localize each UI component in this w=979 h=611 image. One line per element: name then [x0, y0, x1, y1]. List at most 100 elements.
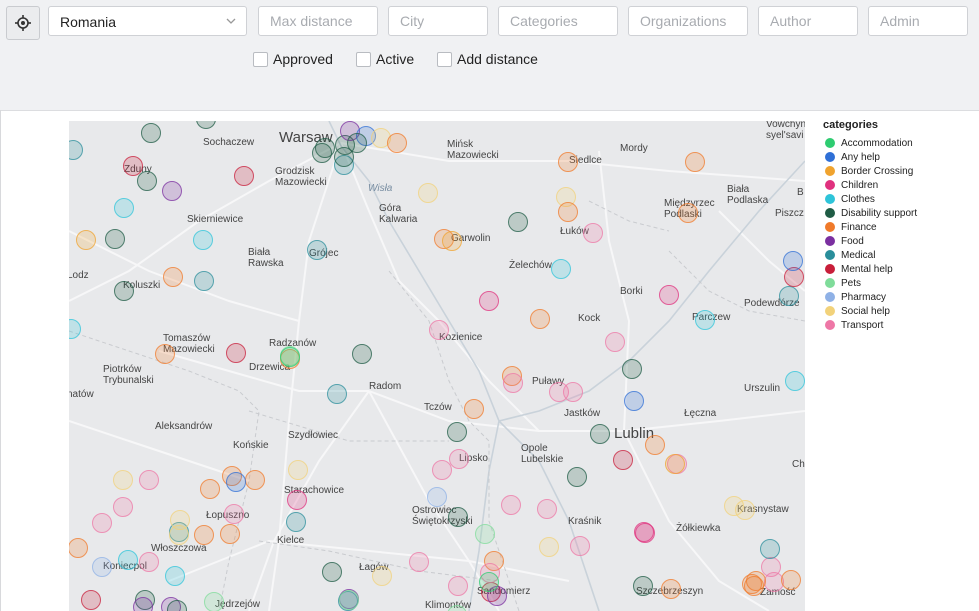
map-marker[interactable] — [139, 552, 159, 572]
active-checkbox-box[interactable] — [356, 51, 371, 67]
map-marker[interactable] — [288, 460, 308, 480]
map-marker[interactable] — [429, 320, 449, 340]
map-marker[interactable] — [537, 499, 557, 519]
map-marker[interactable] — [200, 479, 220, 499]
map-marker[interactable] — [590, 424, 610, 444]
map-marker[interactable] — [220, 524, 240, 544]
city-field[interactable] — [388, 6, 488, 36]
map-marker[interactable] — [665, 454, 685, 474]
map-marker[interactable] — [162, 181, 182, 201]
map-marker[interactable] — [633, 576, 653, 596]
map-marker[interactable] — [287, 490, 307, 510]
map-marker[interactable] — [204, 592, 224, 611]
map-marker[interactable] — [501, 495, 521, 515]
map-marker[interactable] — [92, 557, 112, 577]
map-marker[interactable] — [118, 550, 138, 570]
city-input[interactable] — [389, 7, 487, 35]
map-marker[interactable] — [113, 470, 133, 490]
map-marker[interactable] — [479, 572, 499, 592]
organizations-field[interactable] — [628, 6, 748, 36]
map-marker[interactable] — [114, 281, 134, 301]
max-distance-field[interactable] — [258, 6, 378, 36]
admin-input[interactable] — [869, 7, 967, 35]
map-marker[interactable] — [76, 230, 96, 250]
map-marker[interactable] — [634, 522, 654, 542]
map-marker[interactable] — [226, 472, 246, 492]
admin-field[interactable] — [868, 6, 968, 36]
author-input[interactable] — [759, 7, 857, 35]
add-distance-checkbox[interactable]: Add distance — [437, 51, 538, 67]
map-marker[interactable] — [685, 152, 705, 172]
locate-button[interactable] — [6, 6, 40, 40]
map-marker[interactable] — [624, 391, 644, 411]
active-checkbox[interactable]: Active — [356, 51, 414, 67]
map-marker[interactable] — [449, 449, 469, 469]
map-marker[interactable] — [447, 422, 467, 442]
map-marker[interactable] — [322, 562, 342, 582]
map-marker[interactable] — [659, 285, 679, 305]
map-marker[interactable] — [334, 147, 354, 167]
map-marker[interactable] — [165, 566, 185, 586]
map-marker[interactable] — [475, 524, 495, 544]
map-marker[interactable] — [605, 332, 625, 352]
map-marker[interactable] — [558, 152, 578, 172]
map-marker[interactable] — [113, 497, 133, 517]
map-marker[interactable] — [508, 212, 528, 232]
max-distance-input[interactable] — [259, 7, 377, 35]
map-marker[interactable] — [678, 203, 698, 223]
map-marker[interactable] — [661, 579, 681, 599]
map-marker[interactable] — [352, 344, 372, 364]
map[interactable]: Warsaw Sochaczew Mińsk Mazowiecki Siedlce Mor… — [69, 121, 805, 611]
map-marker[interactable] — [81, 590, 101, 610]
map-marker[interactable] — [558, 202, 578, 222]
map-marker[interactable] — [781, 570, 801, 590]
author-field[interactable] — [758, 6, 858, 36]
map-marker[interactable] — [194, 271, 214, 291]
map-marker[interactable] — [137, 171, 157, 191]
map-marker[interactable] — [339, 590, 359, 610]
map-marker[interactable] — [448, 507, 468, 527]
map-marker[interactable] — [155, 344, 175, 364]
map-marker[interactable] — [503, 373, 523, 393]
map-marker[interactable] — [193, 230, 213, 250]
map-marker[interactable] — [194, 525, 214, 545]
map-marker[interactable] — [764, 572, 784, 592]
map-marker[interactable] — [224, 504, 244, 524]
map-marker[interactable] — [464, 399, 484, 419]
map-marker[interactable] — [432, 460, 452, 480]
map-marker[interactable] — [742, 574, 762, 594]
map-marker[interactable] — [479, 291, 499, 311]
approved-checkbox-box[interactable] — [253, 51, 268, 67]
map-marker[interactable] — [92, 513, 112, 533]
organizations-input[interactable] — [629, 7, 747, 35]
map-marker[interactable] — [563, 382, 583, 402]
map-marker[interactable] — [114, 198, 134, 218]
country-select[interactable]: Romania — [48, 6, 247, 36]
map-marker[interactable] — [315, 138, 335, 158]
map-marker[interactable] — [570, 536, 590, 556]
map-marker[interactable] — [418, 183, 438, 203]
map-canvas[interactable]: WarsawSochaczew Mińsk Mazowiecki SiedlceMor… — [69, 121, 805, 611]
map-marker[interactable] — [613, 450, 633, 470]
map-marker[interactable] — [409, 552, 429, 572]
map-marker[interactable] — [448, 576, 468, 596]
map-marker[interactable] — [245, 470, 265, 490]
map-marker[interactable] — [551, 259, 571, 279]
map-marker[interactable] — [387, 133, 407, 153]
map-marker[interactable] — [427, 487, 447, 507]
map-marker[interactable] — [583, 223, 603, 243]
map-marker[interactable] — [141, 123, 161, 143]
map-marker[interactable] — [783, 251, 803, 271]
map-marker[interactable] — [307, 240, 327, 260]
map-marker[interactable] — [234, 166, 254, 186]
map-marker[interactable] — [286, 512, 306, 532]
categories-input[interactable] — [499, 7, 617, 35]
map-marker[interactable] — [724, 496, 744, 516]
add-distance-checkbox-box[interactable] — [437, 51, 452, 67]
map-marker[interactable] — [169, 525, 189, 545]
map-marker[interactable] — [123, 156, 143, 176]
map-marker[interactable] — [622, 359, 642, 379]
map-marker[interactable] — [327, 384, 347, 404]
map-marker[interactable] — [567, 467, 587, 487]
map-marker[interactable] — [530, 309, 550, 329]
